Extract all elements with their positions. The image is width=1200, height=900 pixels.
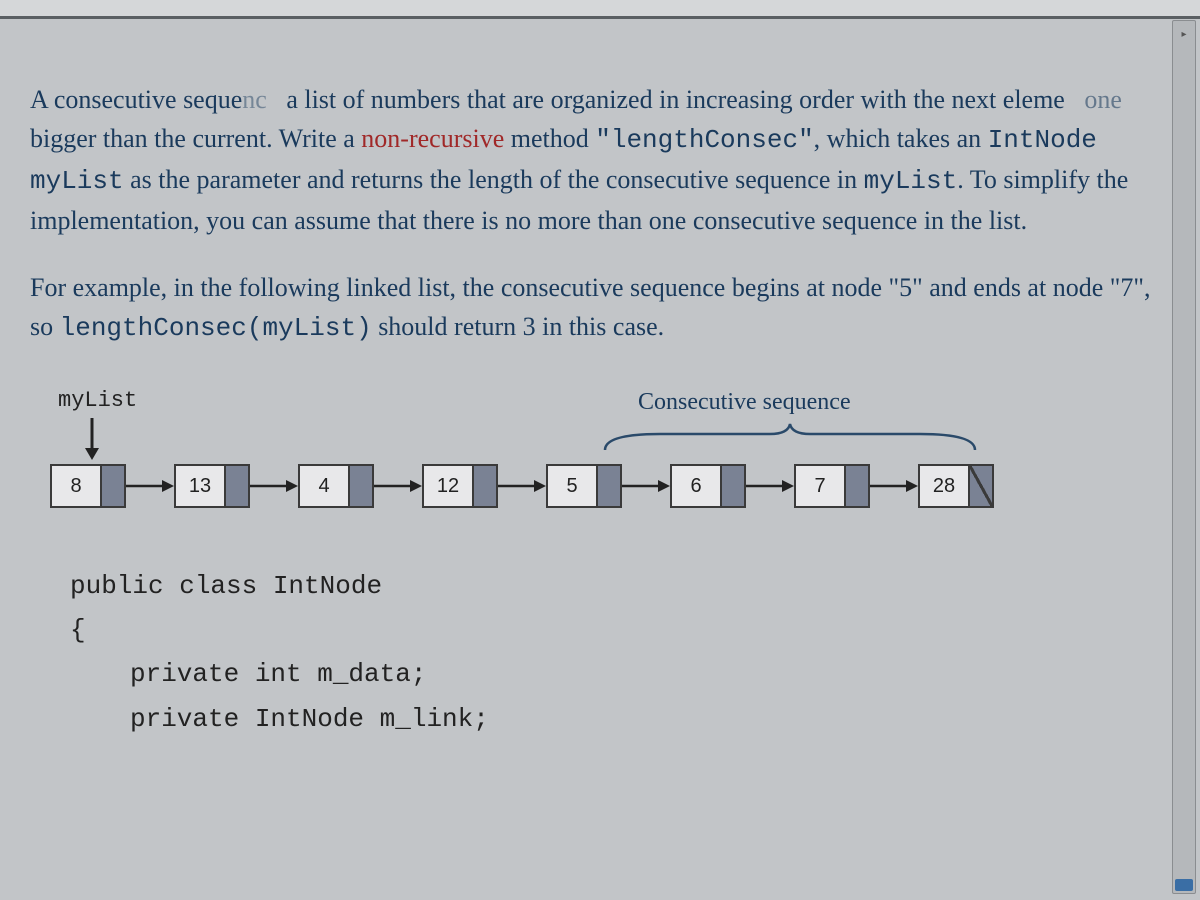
window-header-fragment: [0, 0, 1200, 19]
list-node: 4: [298, 464, 374, 508]
node-row: 8 13 4: [50, 464, 994, 508]
node-value: 13: [176, 466, 226, 506]
node-pointer: [722, 466, 744, 506]
text: bigger than the current. Write a: [30, 124, 361, 153]
node-value: 4: [300, 466, 350, 506]
code-line: public class IntNode: [70, 564, 1160, 608]
code-text: "lengthConsec": [595, 125, 813, 155]
link-arrow-icon: [870, 476, 918, 496]
text: should return 3 in this case.: [372, 312, 664, 341]
node-value: 28: [920, 466, 970, 506]
text: , which takes an: [814, 124, 988, 153]
scrollbar-thumb[interactable]: [1175, 879, 1193, 891]
scrollbar-up-arrow[interactable]: ▸: [1173, 25, 1195, 43]
node-pointer: [846, 466, 868, 506]
link-arrow-icon: [498, 476, 546, 496]
node-null-pointer: [970, 466, 992, 506]
link-arrow-icon: [126, 476, 174, 496]
node-value: 12: [424, 466, 474, 506]
node-value: 7: [796, 466, 846, 506]
node-pointer: [350, 466, 372, 506]
link-arrow-icon: [374, 476, 422, 496]
node-value: 8: [52, 466, 102, 506]
node-value: 5: [548, 466, 598, 506]
list-node: 13: [174, 464, 250, 508]
consecutive-label: Consecutive sequence: [638, 384, 851, 420]
linked-list-diagram: myList Consecutive sequence 8 13: [30, 384, 1160, 554]
node-pointer: [226, 466, 248, 506]
list-node: 28: [918, 464, 994, 508]
node-value: 6: [672, 466, 722, 506]
node-pointer: [598, 466, 620, 506]
list-node: 12: [422, 464, 498, 508]
code-text: lengthConsec(myList): [60, 313, 372, 343]
link-arrow-icon: [250, 476, 298, 496]
emphasis-text: non-recursive: [361, 124, 504, 153]
code-line: private IntNode m_link;: [70, 697, 1160, 741]
document-page: A consecutive sequenc a list of numbers …: [0, 0, 1200, 771]
code-line: private int m_data;: [70, 652, 1160, 696]
node-pointer: [474, 466, 496, 506]
code-line: {: [70, 608, 1160, 652]
obscured-text: one: [1084, 85, 1122, 114]
code-block: public class IntNode { private int m_dat…: [70, 564, 1160, 741]
text: as the parameter and returns the length …: [124, 165, 864, 194]
problem-paragraph-2: For example, in the following linked lis…: [30, 268, 1160, 348]
code-text: myList: [864, 166, 958, 196]
text: a list of numbers that are organized in …: [286, 85, 1065, 114]
list-node: 8: [50, 464, 126, 508]
text: A consecutive seque: [30, 85, 242, 114]
text: method: [504, 124, 595, 153]
node-pointer: [102, 466, 124, 506]
link-arrow-icon: [746, 476, 794, 496]
list-node: 7: [794, 464, 870, 508]
brace-icon: [600, 420, 980, 454]
link-arrow-icon: [622, 476, 670, 496]
down-arrow-icon: [80, 416, 104, 462]
obscured-text: nc: [242, 85, 267, 114]
vertical-scrollbar[interactable]: ▸: [1172, 20, 1196, 894]
list-node: 6: [670, 464, 746, 508]
mylist-label: myList: [58, 384, 137, 417]
problem-paragraph-1: A consecutive sequenc a list of numbers …: [30, 80, 1160, 240]
list-node: 5: [546, 464, 622, 508]
